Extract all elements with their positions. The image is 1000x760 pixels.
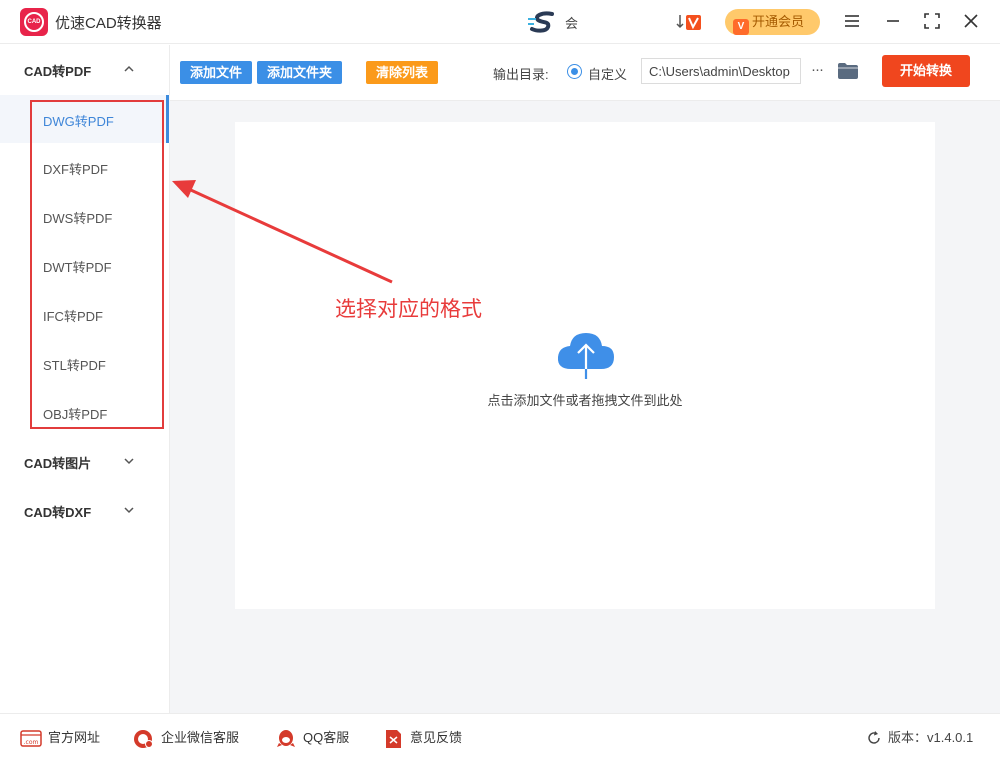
wechat-support-label: 企业微信客服: [161, 730, 240, 745]
add-folder-button[interactable]: 添加文件夹: [257, 61, 342, 84]
add-file-button[interactable]: 添加文件: [180, 61, 252, 84]
chevron-down-icon: [124, 458, 134, 465]
qq-support-label: QQ客服: [303, 730, 350, 745]
chevron-up-icon: [124, 65, 134, 72]
sidebar: CAD转PDF DWG转PDF DXF转PDF DWS转PDF DWT转PDF …: [0, 45, 170, 713]
qq-icon: [277, 730, 295, 747]
folder-icon[interactable]: [837, 61, 859, 81]
sidebar-item-dws-to-pdf[interactable]: DWS转PDF: [0, 192, 170, 240]
title-bar: CAD 优速CAD转换器 会 V 开通会员: [0, 0, 1000, 44]
feedback-icon: [386, 730, 401, 748]
member-label[interactable]: 会: [565, 13, 578, 32]
app-logo-text: CAD: [24, 12, 44, 32]
maximize-icon[interactable]: [921, 10, 943, 32]
toolbar: 添加文件 添加文件夹 清除列表 输出目录: 自定义 ··· 开始转换: [170, 45, 1000, 101]
version-label: 版本：v1.4.0.1: [888, 730, 974, 745]
wechat-support-link[interactable]: 企业微信客服: [133, 727, 253, 749]
sidebar-item-label: IFC转PDF: [43, 309, 103, 324]
sidebar-item-label: STL转PDF: [43, 358, 106, 373]
sidebar-group-cad-to-dxf[interactable]: CAD转DXF: [0, 490, 170, 530]
chevron-down-icon: [124, 507, 134, 514]
sidebar-group-cad-to-image[interactable]: CAD转图片: [0, 441, 170, 481]
sidebar-group-label: CAD转DXF: [24, 505, 92, 520]
official-website-link[interactable]: .com 官方网址: [20, 727, 110, 749]
vip-badge-icon: V: [733, 19, 749, 35]
sidebar-item-label: DWG转PDF: [43, 114, 114, 129]
official-website-label: 官方网址: [48, 730, 101, 745]
output-path-field[interactable]: [641, 58, 801, 84]
custom-dir-radio[interactable]: [567, 64, 582, 79]
cloud-upload-icon: [557, 333, 614, 379]
output-dir-label: 输出目录:: [493, 67, 549, 82]
sidebar-group-label: CAD转图片: [24, 456, 92, 471]
sidebar-item-obj-to-pdf[interactable]: OBJ转PDF: [0, 388, 170, 436]
sidebar-item-label: DXF转PDF: [43, 162, 109, 177]
feedback-link[interactable]: 意见反馈: [382, 727, 472, 749]
open-vip-label: 开通会员: [752, 14, 805, 29]
annotation-text: 选择对应的格式: [335, 298, 482, 321]
sidebar-item-label: DWS转PDF: [43, 211, 113, 226]
custom-dir-radio-label[interactable]: 自定义: [588, 64, 627, 83]
feedback-label: 意见反馈: [410, 730, 463, 745]
clear-list-button[interactable]: 清除列表: [366, 61, 438, 84]
sidebar-item-ifc-to-pdf[interactable]: IFC转PDF: [0, 290, 170, 338]
app-title: 优速CAD转换器: [55, 15, 162, 32]
footer-bar: .com 官方网址 企业微信客服 QQ客服 意见反馈 版本：v1.4.0.1: [0, 713, 1000, 760]
refresh-icon: [868, 731, 880, 744]
sidebar-item-label: DWT转PDF: [43, 260, 112, 275]
app-logo-icon: CAD: [20, 8, 48, 36]
sidebar-group-label: CAD转PDF: [24, 64, 92, 79]
sidebar-item-stl-to-pdf[interactable]: STL转PDF: [0, 339, 170, 387]
sidebar-item-label: OBJ转PDF: [43, 407, 108, 422]
browse-more-button[interactable]: ···: [807, 58, 827, 84]
minimize-icon[interactable]: [882, 10, 904, 32]
start-convert-button[interactable]: 开始转换: [882, 55, 970, 87]
sidebar-item-dwt-to-pdf[interactable]: DWT转PDF: [0, 241, 170, 289]
qq-support-link[interactable]: QQ客服: [275, 727, 365, 749]
open-vip-button[interactable]: V 开通会员: [725, 9, 820, 35]
sidebar-item-dxf-to-pdf[interactable]: DXF转PDF: [0, 143, 170, 191]
website-icon: .com: [20, 730, 42, 747]
main-area: 点击添加文件或者拖拽文件到此处: [170, 101, 1000, 713]
menu-icon[interactable]: [841, 10, 863, 32]
wechat-icon: [134, 730, 153, 748]
vip-upgrade-icon[interactable]: [676, 12, 702, 32]
active-item-indicator: [166, 95, 169, 143]
close-icon[interactable]: [960, 10, 982, 32]
file-drop-zone[interactable]: 点击添加文件或者拖拽文件到此处: [235, 122, 935, 609]
s-brand-icon[interactable]: [528, 10, 558, 34]
website-icon-text: .com: [24, 739, 39, 746]
sidebar-item-dwg-to-pdf[interactable]: DWG转PDF: [0, 95, 170, 143]
sidebar-group-cad-to-pdf[interactable]: CAD转PDF: [0, 49, 170, 89]
drop-hint-text: 点击添加文件或者拖拽文件到此处: [487, 393, 683, 408]
